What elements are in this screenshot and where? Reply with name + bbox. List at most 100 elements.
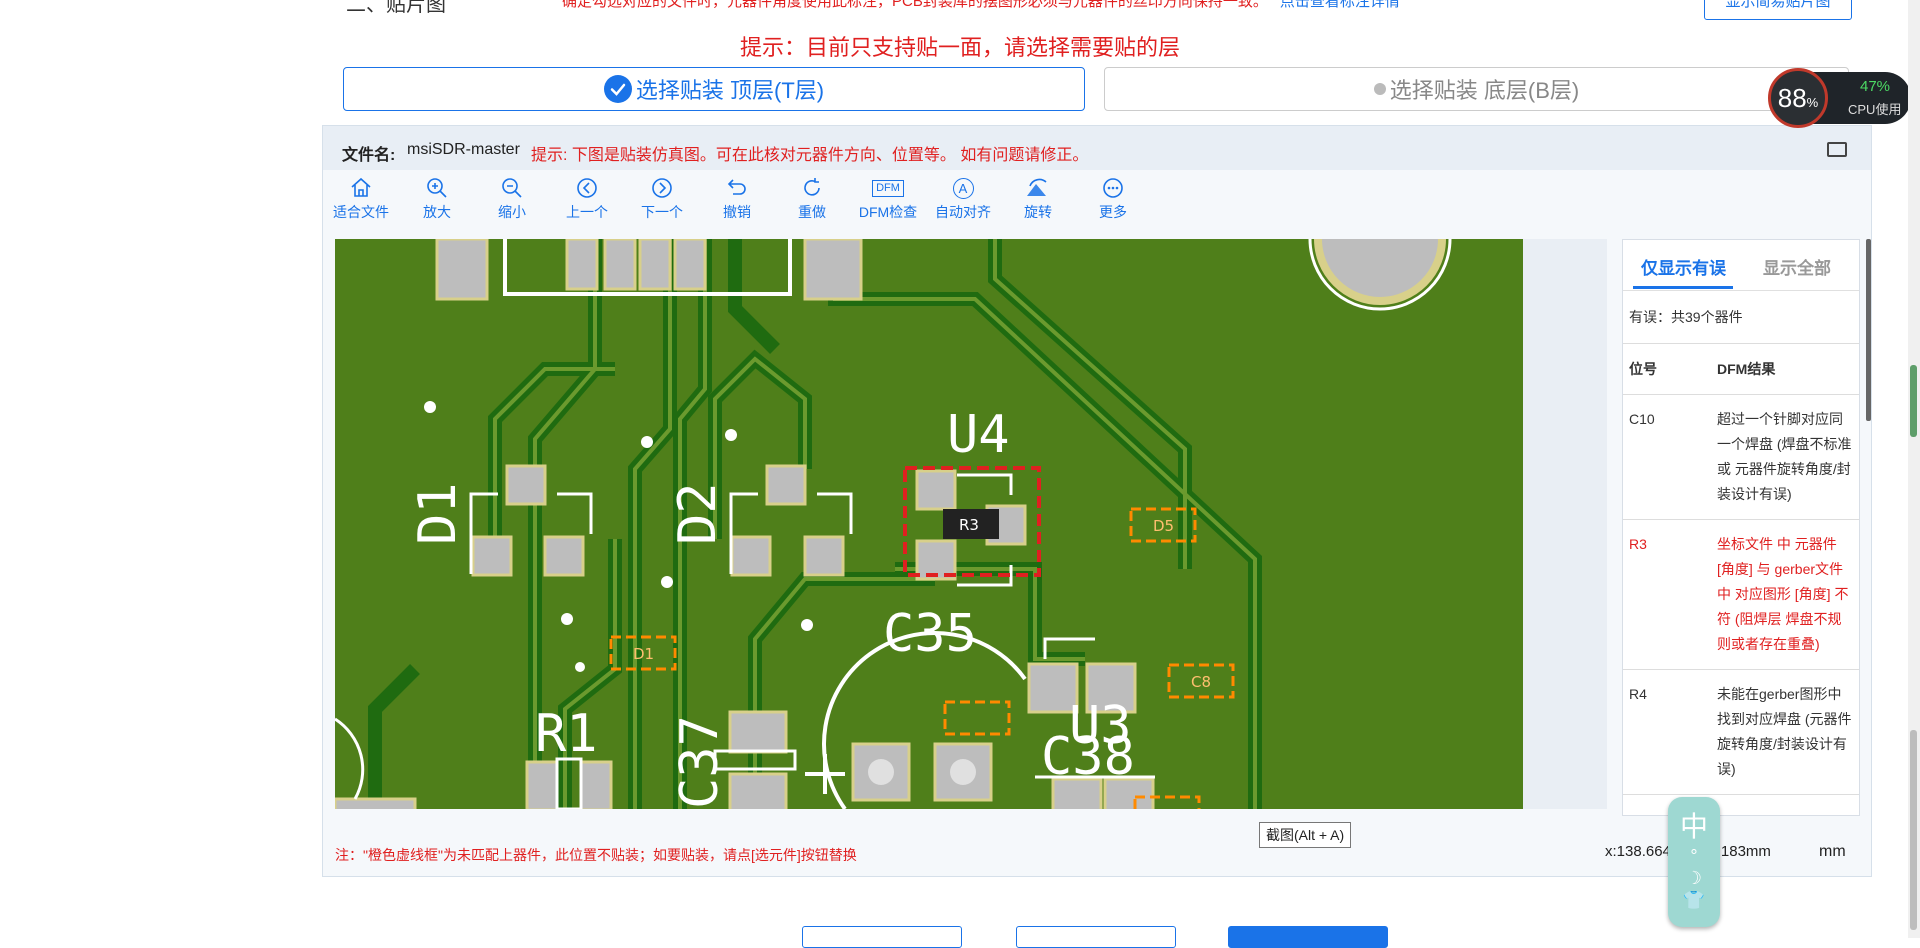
undo-icon — [699, 176, 775, 200]
radio-dot-icon — [1373, 83, 1386, 95]
silk-label: D2 — [668, 482, 728, 545]
silk-label: R1 — [535, 704, 598, 764]
dfm-table-header: 位号 DFM结果 — [1623, 344, 1859, 395]
tool-label: 更多 — [1099, 204, 1127, 220]
silk-label: U4 — [947, 405, 1010, 465]
dfm-tabs: 仅显示有误 显示全部 — [1623, 240, 1859, 291]
row-result: 坐标文件 中 元器件[角度] 与 gerber文件 中 对应图形 [角度] 不符… — [1717, 536, 1849, 652]
cpu-usage-value: 47% — [1860, 78, 1891, 95]
zoom-in-icon — [399, 176, 475, 200]
ime-toolbar[interactable]: 中 ° ☽ 👕 — [1668, 797, 1720, 927]
silk-label: C35 — [883, 604, 977, 664]
bottom-button-primary[interactable] — [1228, 926, 1388, 948]
top-layer-label: 选择贴装 顶层(T层) — [635, 78, 825, 103]
simple-view-button[interactable]: 显示简易贴片图 — [1704, 0, 1852, 20]
bottom-button-1[interactable] — [802, 926, 962, 948]
tool-dfm-check[interactable]: DFM DFM检查 — [850, 176, 926, 222]
tool-label: 缩小 — [498, 204, 526, 220]
auto-align-icon: A — [925, 176, 1001, 200]
tab-show-all[interactable]: 显示全部 — [1763, 254, 1831, 279]
layer-hint: 提示：目前只支持贴一面，请选择需要贴的层 — [739, 35, 1180, 60]
file-label: 文件名: — [342, 147, 396, 164]
marker-label: D1 — [633, 645, 654, 663]
page-scrollbar[interactable] — [1908, 0, 1920, 938]
section-title: 二、贴片图 — [346, 0, 446, 16]
tool-label: 下一个 — [641, 204, 683, 220]
select-bottom-layer-button[interactable]: 选择贴装 底层(B层) — [1104, 67, 1849, 111]
pcb-image: D1 D2 U4 C35 R1 C37 U3 C38 R3 D5 D1 C8 — [335, 239, 1523, 809]
row-ref: R3 — [1629, 536, 1647, 552]
silk-label: D1 — [408, 482, 468, 545]
top-note: 确定勾选对应的文件时，元器件角度使用此标注，PCB封装库的摆图形必须与元器件的丝… — [562, 0, 1400, 11]
cpu-ring-unit: % — [1806, 94, 1819, 110]
tool-rotate[interactable]: 旋转 — [1000, 176, 1076, 222]
row-result: 超过一个针脚对应同一个焊盘 (焊盘不标准 或 元器件旋转角度/封装设计有误) — [1717, 411, 1852, 502]
dfm-row[interactable]: R3 坐标文件 中 元器件[角度] 与 gerber文件 中 对应图形 [角度]… — [1623, 520, 1859, 670]
pcb-canvas[interactable]: D1 D2 U4 C35 R1 C37 U3 C38 R3 D5 D1 C8 — [335, 239, 1523, 809]
bottom-button-2[interactable] — [1016, 926, 1176, 948]
ime-punct-icon[interactable]: ° — [1668, 845, 1720, 867]
zoom-out-icon — [474, 176, 550, 200]
file-name: msiSDR-master — [407, 141, 520, 158]
maximize-icon[interactable] — [1827, 142, 1847, 157]
silk-label: C37 — [670, 715, 730, 809]
silk-label: C38 — [1041, 727, 1135, 787]
cpu-ring-value: 88 — [1777, 82, 1807, 113]
tool-label: 撤销 — [723, 204, 751, 220]
tool-label: 放大 — [423, 204, 451, 220]
tool-undo[interactable]: 撤销 — [699, 176, 775, 222]
tool-label: DFM检查 — [858, 204, 918, 220]
top-note-link[interactable]: 点击查看标注详情 — [1280, 0, 1400, 10]
tool-prev[interactable]: 上一个 — [549, 176, 625, 222]
dfm-row[interactable]: R4 未能在gerber图形中找到对应焊盘 (元器件旋转角度/封装设计有误) — [1623, 670, 1859, 795]
ime-moon-icon[interactable]: ☽ — [1668, 867, 1720, 889]
prev-icon — [549, 176, 625, 200]
tool-fit-file[interactable]: 适合文件 — [323, 176, 399, 222]
tool-label: 适合文件 — [333, 204, 389, 220]
tool-more[interactable]: 更多 — [1075, 176, 1151, 222]
screenshot-tooltip: 截图(Alt + A) — [1259, 822, 1352, 848]
scroll-thumb[interactable] — [1910, 730, 1917, 930]
home-icon — [323, 176, 399, 200]
redo-icon — [774, 176, 850, 200]
tab-underline — [1633, 286, 1733, 289]
toolbar: 适合文件 放大 缩小 上一个 下一个 撤销 重做 DFM DFM检查 A 自动对… — [323, 172, 1871, 226]
tool-redo[interactable]: 重做 — [774, 176, 850, 222]
marker-label: C8 — [1191, 673, 1211, 691]
tool-label: 旋转 — [1024, 204, 1052, 220]
check-icon — [603, 75, 632, 103]
tool-label: 上一个 — [566, 204, 608, 220]
row-ref: R4 — [1629, 686, 1647, 702]
dfm-row[interactable]: C10 超过一个针脚对应同一个焊盘 (焊盘不标准 或 元器件旋转角度/封装设计有… — [1623, 395, 1859, 520]
marker-label: D5 — [1153, 517, 1174, 535]
dfm-icon: DFM — [850, 176, 926, 200]
tool-label: 自动对齐 — [935, 204, 991, 220]
bottom-layer-label: 选择贴装 底层(B层) — [1389, 78, 1580, 103]
ime-skin-icon[interactable]: 👕 — [1668, 889, 1720, 911]
rotate-icon — [1000, 176, 1076, 200]
viewer-panel: 文件名: msiSDR-master 提示: 下图是贴装仿真图。可在此核对元器件… — [322, 125, 1872, 877]
marker-label: R3 — [959, 516, 979, 534]
file-bar: 文件名: msiSDR-master 提示: 下图是贴装仿真图。可在此核对元器件… — [323, 126, 1871, 170]
scroll-thumb-indicator[interactable] — [1910, 365, 1917, 437]
unit-selector[interactable]: mm — [1819, 843, 1846, 861]
more-icon — [1075, 176, 1151, 200]
cpu-usage-label: CPU使用 — [1848, 102, 1902, 117]
footer-note: 注："橙色虚线框"为未匹配上器件，此位置不贴装；如要贴装，请点[选元件]按钮替换 — [335, 847, 857, 863]
dfm-scrollbar[interactable] — [1866, 239, 1871, 421]
col-ref: 位号 — [1629, 361, 1657, 377]
dfm-error-count: 有误：共39个器件 — [1623, 291, 1859, 344]
next-icon — [624, 176, 700, 200]
top-note-text: 确定勾选对应的文件时，元器件角度使用此标注，PCB封装库的摆图形必须与元器件的丝… — [562, 0, 1268, 10]
tool-label: 重做 — [798, 204, 826, 220]
select-top-layer-button[interactable]: 选择贴装 顶层(T层) — [343, 67, 1085, 111]
tool-zoom-out[interactable]: 缩小 — [474, 176, 550, 222]
pcb-margin — [1523, 239, 1607, 809]
tool-auto-align[interactable]: A 自动对齐 — [925, 176, 1001, 222]
cpu-ring: 88% — [1768, 68, 1828, 128]
cpu-monitor-widget[interactable]: 88% 47% CPU使用 — [1768, 68, 1911, 128]
tab-errors-only[interactable]: 仅显示有误 — [1641, 254, 1726, 279]
ime-chinese-mode[interactable]: 中 — [1668, 805, 1720, 845]
tool-next[interactable]: 下一个 — [624, 176, 700, 222]
tool-zoom-in[interactable]: 放大 — [399, 176, 475, 222]
